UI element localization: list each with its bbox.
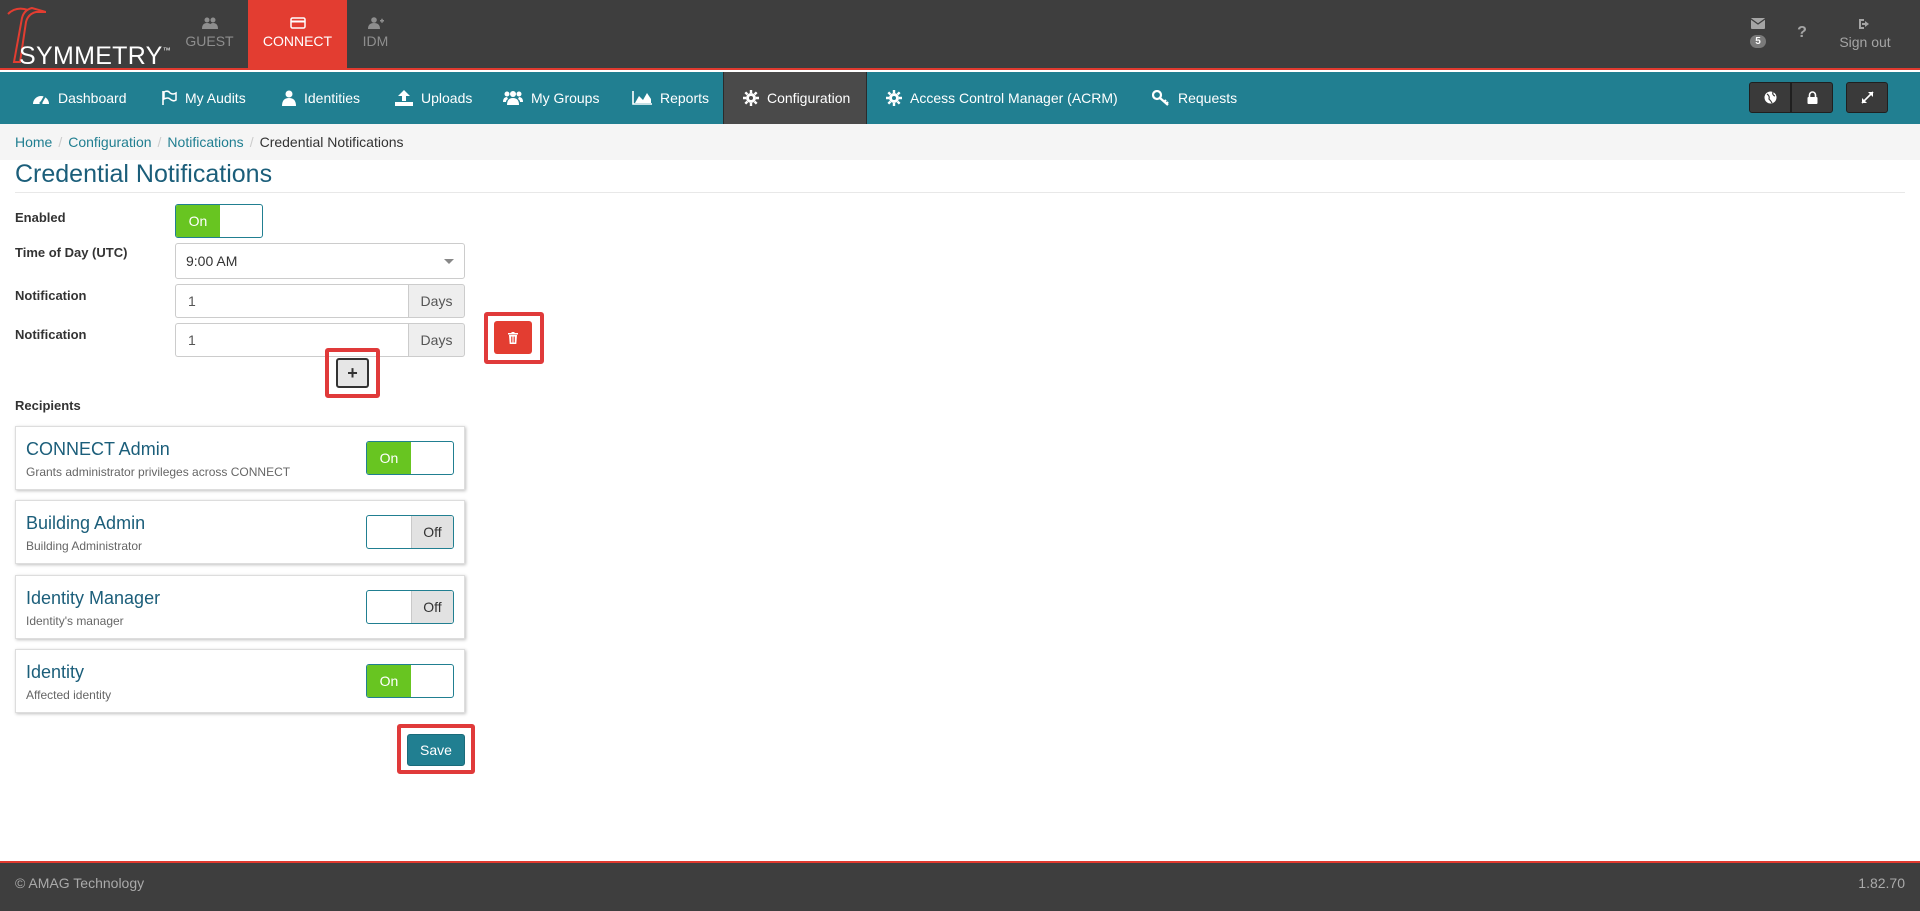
messages-button[interactable]: 5 (1740, 0, 1776, 70)
symmetry-logo[interactable]: SYMMETRY™ (6, 4, 171, 70)
nav-my-groups[interactable]: My Groups (503, 72, 599, 124)
envelope-icon (1751, 18, 1765, 29)
user-plus-icon (367, 17, 384, 29)
recipient-card-identity: Identity Affected identity On (15, 649, 465, 713)
messages-badge: 5 (1750, 35, 1766, 48)
recipient-toggle[interactable]: Off (366, 590, 454, 624)
user-icon (282, 90, 296, 106)
lock-button[interactable] (1791, 82, 1833, 113)
help-button[interactable]: ? (1790, 0, 1814, 70)
recipient-title: Building Admin (26, 513, 146, 533)
recipient-description: Building Administrator (26, 539, 143, 553)
notification-input-group: 1 Days (175, 323, 465, 357)
breadcrumb-separator: / (249, 134, 254, 150)
chevron-down-icon (444, 259, 454, 264)
nav-requests[interactable]: Requests (1152, 72, 1237, 124)
recipient-toggle[interactable]: On (366, 441, 454, 475)
app-tab-label: CONNECT (262, 33, 333, 49)
globe-button[interactable] (1749, 82, 1791, 113)
users-icon (201, 17, 218, 29)
card-icon (289, 17, 306, 29)
sign-out-button[interactable]: Sign out (1830, 0, 1900, 70)
recipient-card-building-admin: Building Admin Building Administrator Of… (15, 500, 465, 564)
breadcrumb-home[interactable]: Home (15, 134, 52, 150)
toggle-off-label: Off (411, 591, 453, 623)
nav-configuration[interactable]: Configuration (723, 72, 867, 124)
save-button[interactable]: Save (407, 734, 465, 766)
toggle-off-label: Off (411, 516, 453, 548)
breadcrumb-separator: / (58, 134, 63, 150)
footer: © AMAG Technology 1.82.70 (0, 861, 1920, 911)
globe-icon (1764, 91, 1776, 104)
delete-notification-button[interactable] (494, 321, 532, 354)
recipient-description: Affected identity (26, 688, 112, 702)
app-tab-idm[interactable]: IDM (326, 0, 425, 70)
breadcrumb-configuration[interactable]: Configuration (68, 134, 151, 150)
enabled-toggle[interactable]: On (175, 204, 263, 238)
upload-icon (395, 90, 413, 106)
recipient-description: Identity's manager (26, 614, 124, 628)
copyright-text: © AMAG Technology (15, 875, 145, 891)
sign-out-label: Sign out (1839, 34, 1891, 50)
title-divider (15, 192, 1905, 193)
sign-out-icon (1859, 19, 1869, 29)
breadcrumb-separator: / (157, 134, 162, 150)
recipient-toggle[interactable]: On (366, 664, 454, 698)
logo-text: SYMMETRY™ (19, 42, 171, 70)
trash-icon (508, 331, 518, 344)
expand-button[interactable] (1846, 82, 1888, 113)
nav-uploads[interactable]: Uploads (395, 72, 472, 124)
enabled-label: Enabled (15, 210, 66, 225)
recipient-title: Identity (26, 662, 85, 682)
nav-access-control-manager[interactable]: Access Control Manager (ACRM) (886, 72, 1118, 124)
main-nav: Dashboard My Audits Identities Uploads M… (0, 72, 1920, 124)
version-text: 1.82.70 (1858, 875, 1905, 891)
key-icon (1152, 90, 1169, 106)
recipient-toggle[interactable]: Off (366, 515, 454, 549)
recipient-card-identity-manager: Identity Manager Identity's manager Off (15, 575, 465, 639)
gear-icon (886, 90, 902, 106)
dashboard-icon (33, 95, 49, 105)
app-tab-label: IDM (362, 33, 389, 49)
recipient-description: Grants administrator privileges across C… (26, 465, 291, 479)
gear-icon (743, 90, 759, 106)
toggle-on-label: On (367, 442, 411, 474)
time-of-day-label: Time of Day (UTC) (15, 245, 128, 260)
expand-icon (1860, 91, 1874, 104)
notification-label: Notification (15, 327, 87, 342)
help-icon: ? (1797, 24, 1807, 41)
breadcrumb: Home / Configuration / Notifications / C… (0, 124, 1920, 160)
notification-label: Notification (15, 288, 87, 303)
time-of-day-select[interactable]: 9:00 AM (175, 243, 465, 279)
app-tab-label: GUEST (185, 33, 234, 49)
nav-dashboard[interactable]: Dashboard (32, 72, 127, 124)
chart-icon (632, 91, 652, 105)
breadcrumb-current: Credential Notifications (259, 134, 404, 150)
app-tab-guest[interactable]: GUEST (160, 0, 259, 70)
add-notification-button[interactable]: + (336, 358, 369, 388)
top-bar: SYMMETRY™ GUEST CONNECT IDM 5 ? Sign out (0, 0, 1920, 70)
group-icon (503, 91, 523, 105)
days-addon: Days (408, 284, 465, 318)
page-title: Credential Notifications (15, 160, 273, 188)
toggle-on-label: On (367, 665, 411, 697)
nav-my-audits[interactable]: My Audits (161, 72, 246, 124)
time-of-day-value: 9:00 AM (186, 253, 238, 269)
lock-icon (1807, 91, 1817, 104)
recipient-title: Identity Manager (26, 588, 161, 608)
days-addon: Days (408, 323, 465, 357)
flag-icon (162, 90, 177, 105)
recipients-label: Recipients (15, 398, 81, 413)
toggle-on-label: On (176, 205, 220, 237)
nav-identities[interactable]: Identities (282, 72, 360, 124)
recipient-title: CONNECT Admin (26, 439, 170, 459)
notification-input-group: 1 Days (175, 284, 465, 318)
nav-reports[interactable]: Reports (632, 72, 709, 124)
recipient-card-connect-admin: CONNECT Admin Grants administrator privi… (15, 426, 465, 490)
breadcrumb-notifications[interactable]: Notifications (167, 134, 243, 150)
notification-days-input[interactable]: 1 (175, 284, 408, 318)
